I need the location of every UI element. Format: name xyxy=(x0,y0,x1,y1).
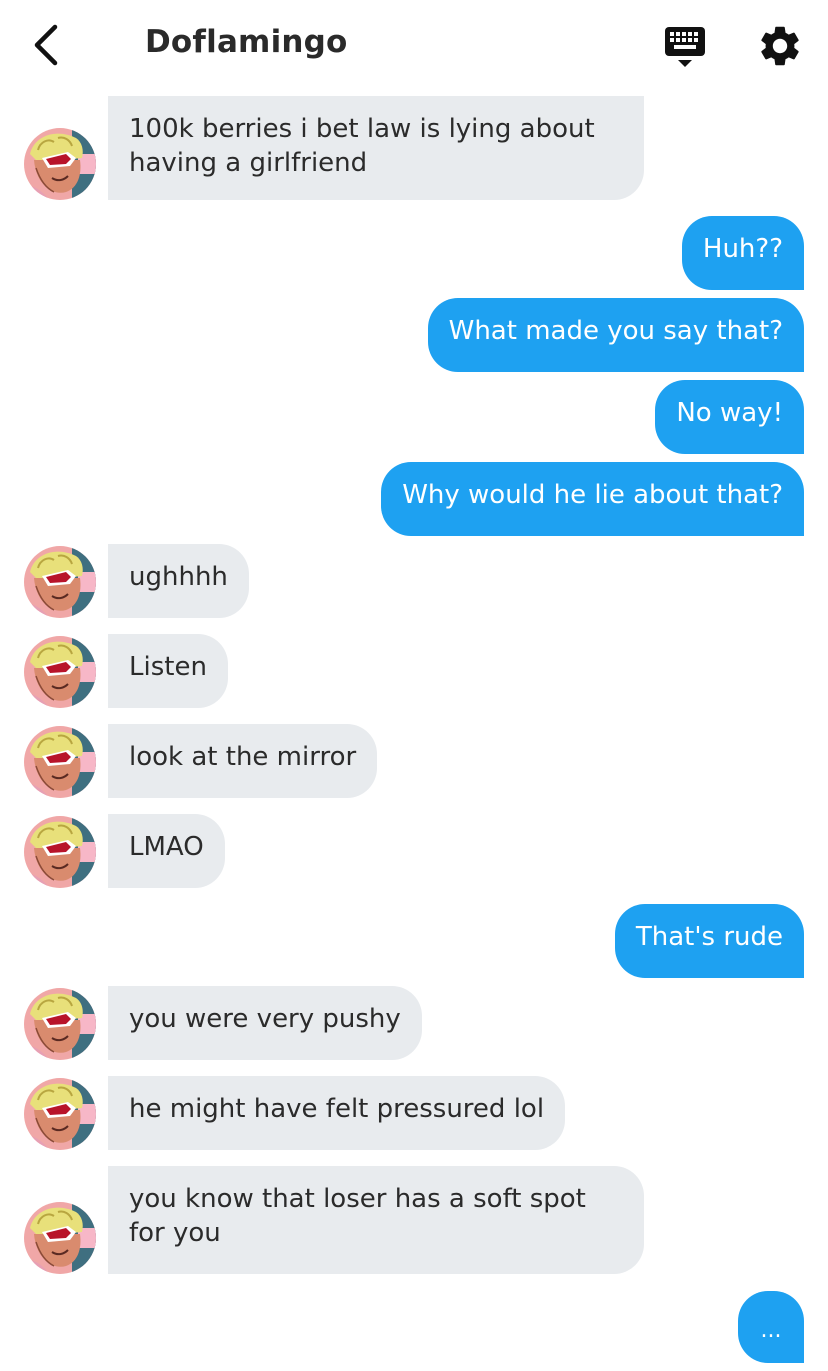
chat-header: Doflamingo xyxy=(0,0,828,90)
message-bubble-incoming: Listen xyxy=(108,634,228,708)
avatar[interactable] xyxy=(24,128,96,200)
avatar-image xyxy=(24,726,96,798)
avatar[interactable] xyxy=(24,726,96,798)
page-title: Doflamingo xyxy=(145,24,348,60)
typing-indicator: ... xyxy=(738,1291,804,1363)
avatar-image xyxy=(24,988,96,1060)
message-bubble-incoming: LMAO xyxy=(108,814,225,888)
avatar[interactable] xyxy=(24,816,96,888)
back-button[interactable] xyxy=(22,20,70,70)
avatar-image xyxy=(24,816,96,888)
message-bubble-outgoing: That's rude xyxy=(614,904,804,978)
settings-button[interactable] xyxy=(756,22,804,70)
message-bubble-outgoing: Huh?? xyxy=(681,216,804,290)
avatar[interactable] xyxy=(24,546,96,618)
message-bubble-incoming: look at the mirror xyxy=(108,724,378,798)
message-bubble-outgoing: Why would he lie about that? xyxy=(381,462,804,536)
avatar[interactable] xyxy=(24,636,96,708)
keyboard-button[interactable] xyxy=(660,24,710,70)
avatar-image xyxy=(24,1202,96,1274)
message-bubble-outgoing: What made you say that? xyxy=(427,298,804,372)
avatar[interactable] xyxy=(24,1078,96,1150)
avatar-image xyxy=(24,1078,96,1150)
message-bubble-incoming: he might have felt pressured lol xyxy=(108,1076,566,1150)
chevron-left-icon xyxy=(34,24,58,66)
message-bubble-incoming: ughhhh xyxy=(108,544,249,618)
keyboard-icon xyxy=(665,27,705,67)
avatar-image xyxy=(24,636,96,708)
message-bubble-incoming: you know that loser has a soft spot for … xyxy=(108,1166,644,1274)
message-bubble-outgoing: No way! xyxy=(655,380,804,454)
avatar[interactable] xyxy=(24,1202,96,1274)
avatar[interactable] xyxy=(24,988,96,1060)
message-bubble-incoming: you were very pushy xyxy=(108,986,422,1060)
message-bubble-incoming: 100k berries i bet law is lying about ha… xyxy=(108,96,644,200)
avatar-image xyxy=(24,546,96,618)
gear-icon xyxy=(761,26,799,66)
avatar-image xyxy=(24,128,96,200)
